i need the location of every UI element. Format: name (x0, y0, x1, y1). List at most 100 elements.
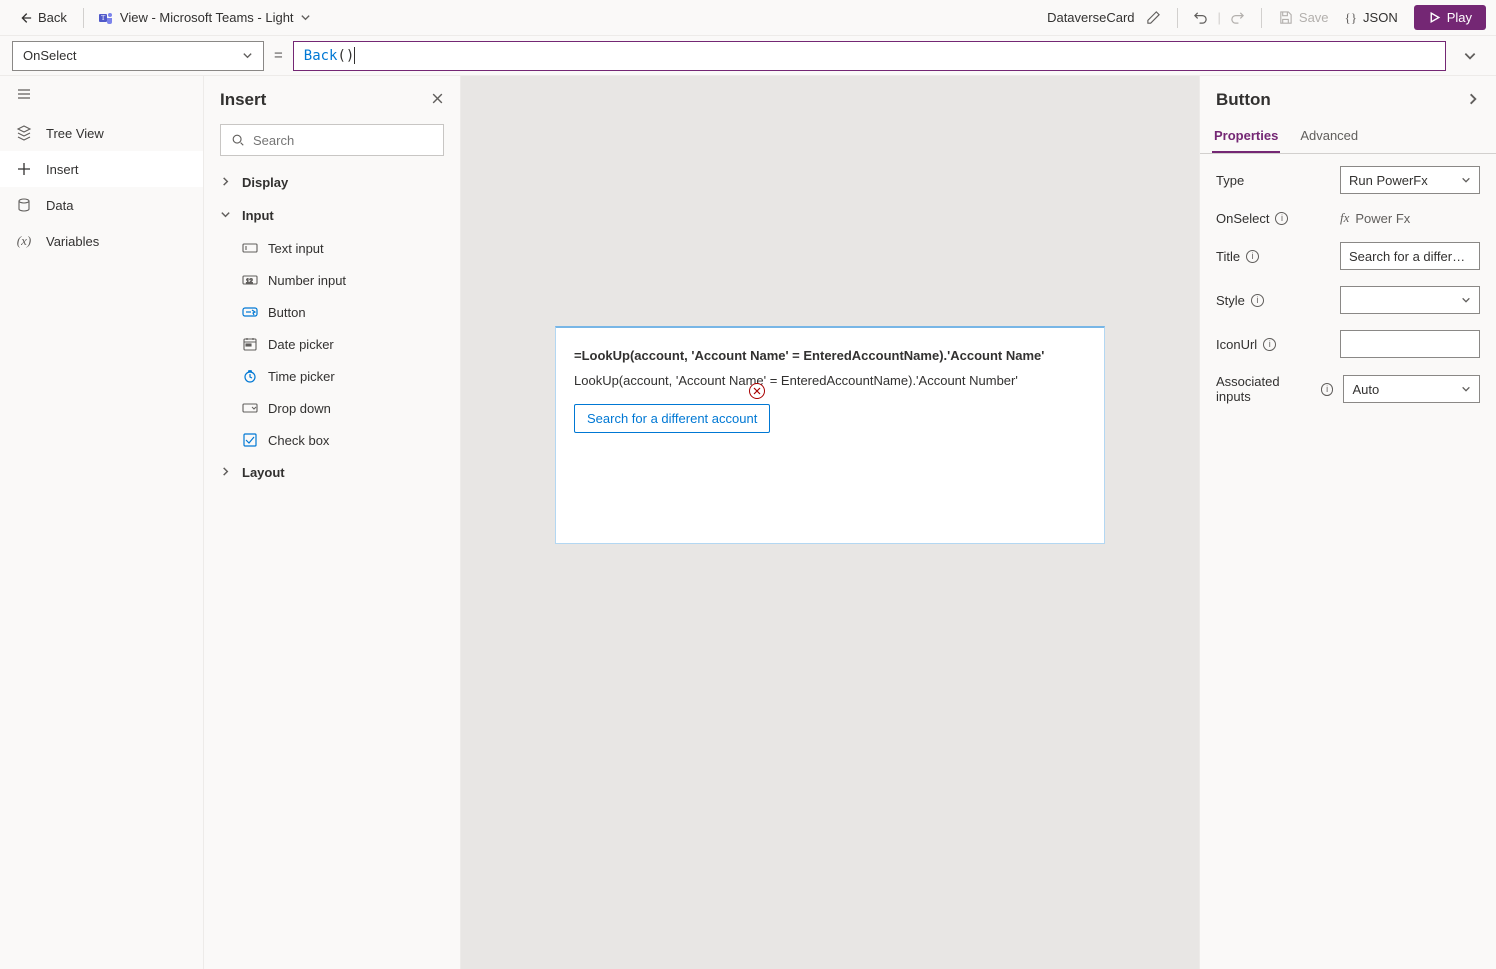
insert-item-label: Date picker (268, 337, 334, 352)
insert-item-label: Button (268, 305, 306, 320)
checkbox-icon (243, 433, 257, 447)
insert-panel-title: Insert (220, 90, 266, 110)
prop-type-value: Run PowerFx (1349, 173, 1428, 188)
tab-advanced[interactable]: Advanced (1298, 120, 1360, 153)
chevron-down-icon (1461, 295, 1471, 305)
nav-insert-label: Insert (46, 162, 79, 177)
error-x-icon (753, 387, 761, 395)
property-value: OnSelect (23, 48, 76, 63)
insert-search-input[interactable] (253, 133, 433, 148)
textinput-icon (242, 242, 258, 254)
insert-item-dropdown[interactable]: Drop down (204, 392, 460, 424)
play-icon (1428, 11, 1441, 24)
category-input[interactable]: Input (204, 199, 460, 232)
insert-item-label: Number input (268, 273, 346, 288)
chevron-down-icon (242, 50, 253, 61)
numberinput-icon: 12 (242, 274, 258, 286)
nav-variables-label: Variables (46, 234, 99, 249)
category-display[interactable]: Display (204, 166, 460, 199)
calendar-icon (243, 337, 257, 351)
info-icon[interactable]: i (1321, 383, 1334, 396)
button-icon (242, 306, 258, 318)
dropdown-icon (242, 402, 258, 414)
insert-item-label: Time picker (268, 369, 335, 384)
fx-icon: fx (1340, 210, 1349, 226)
card-heading[interactable]: =LookUp(account, 'Account Name' = Entere… (574, 348, 1086, 363)
card-name: DataverseCard (1047, 10, 1134, 25)
prop-assoc-select[interactable]: Auto (1343, 375, 1480, 403)
svg-text:T: T (101, 14, 106, 22)
property-selector[interactable]: OnSelect (12, 41, 264, 71)
design-canvas[interactable]: =LookUp(account, 'Account Name' = Entere… (461, 76, 1199, 969)
formula-rest: () (337, 48, 354, 64)
formula-bar: OnSelect = Back() (0, 36, 1496, 76)
undo-icon (1193, 10, 1208, 25)
hamburger-button[interactable] (16, 86, 187, 105)
info-icon[interactable]: i (1246, 250, 1259, 263)
save-label: Save (1299, 10, 1329, 25)
prop-onselect-button[interactable]: fx Power Fx (1340, 210, 1480, 226)
top-bar: Back T View - Microsoft Teams - Light Da… (0, 0, 1496, 36)
card-preview[interactable]: =LookUp(account, 'Account Name' = Entere… (555, 326, 1105, 544)
prop-type-select[interactable]: Run PowerFx (1340, 166, 1480, 194)
insert-item-label: Drop down (268, 401, 331, 416)
category-layout[interactable]: Layout (204, 456, 460, 489)
card-button[interactable]: Search for a different account (574, 404, 770, 433)
formula-input[interactable]: Back() (293, 41, 1446, 71)
nav-data[interactable]: Data (0, 187, 203, 223)
edit-name-button[interactable] (1139, 3, 1169, 33)
insert-item-checkbox[interactable]: Check box (204, 424, 460, 456)
info-icon[interactable]: i (1251, 294, 1264, 307)
expand-formula-button[interactable] (1456, 42, 1484, 70)
insert-item-text-input[interactable]: Text input (204, 232, 460, 264)
nav-variables[interactable]: (x) Variables (0, 223, 203, 259)
category-input-label: Input (242, 208, 274, 223)
insert-search-box[interactable] (220, 124, 444, 156)
braces-icon: {} (1345, 10, 1357, 26)
chevron-right-icon (220, 466, 231, 477)
tab-properties[interactable]: Properties (1212, 120, 1280, 153)
insert-item-number-input[interactable]: 12 Number input (204, 264, 460, 296)
chevron-down-icon (1461, 384, 1471, 394)
insert-item-date-picker[interactable]: Date picker (204, 328, 460, 360)
plus-icon (16, 161, 32, 177)
teams-icon: T (98, 10, 114, 26)
json-button[interactable]: {} JSON (1337, 6, 1406, 30)
info-icon[interactable]: i (1263, 338, 1276, 351)
pencil-icon (1146, 10, 1161, 25)
error-badge-icon[interactable] (749, 383, 765, 399)
view-selector[interactable]: T View - Microsoft Teams - Light (92, 6, 317, 30)
nav-insert[interactable]: Insert (0, 151, 203, 187)
info-icon[interactable]: i (1275, 212, 1288, 225)
undo-button[interactable] (1186, 3, 1216, 33)
chevron-down-icon (300, 12, 311, 23)
close-icon (431, 92, 444, 105)
divider (1261, 8, 1262, 28)
left-rail: Tree View Insert Data (x) Variables (0, 76, 204, 969)
prop-title-input[interactable]: Search for a different account (1340, 242, 1480, 270)
chevron-down-icon (220, 209, 231, 220)
save-button: Save (1270, 6, 1337, 29)
nav-tree-view[interactable]: Tree View (0, 115, 203, 151)
svg-text:12: 12 (246, 279, 253, 285)
prop-assoc-label: Associated inputs (1216, 374, 1315, 404)
back-arrow-icon (18, 11, 32, 25)
chevron-right-icon (220, 176, 231, 187)
formula-fn: Back (304, 48, 338, 64)
expand-panel-button[interactable] (1466, 92, 1480, 109)
close-panel-button[interactable] (431, 92, 444, 108)
search-icon (231, 133, 245, 147)
card-subtext[interactable]: LookUp(account, 'Account Name' = Entered… (574, 373, 1086, 388)
back-button[interactable]: Back (10, 6, 75, 29)
play-button[interactable]: Play (1414, 5, 1486, 30)
save-icon (1278, 10, 1293, 25)
prop-style-select[interactable] (1340, 286, 1480, 314)
equals-sign: = (274, 47, 283, 64)
redo-icon (1230, 10, 1245, 25)
insert-item-time-picker[interactable]: Time picker (204, 360, 460, 392)
prop-assoc-value: Auto (1352, 382, 1379, 397)
prop-onselect-value: Power Fx (1355, 211, 1410, 226)
prop-iconurl-input[interactable] (1340, 330, 1480, 358)
divider (83, 8, 84, 28)
insert-item-button[interactable]: Button (204, 296, 460, 328)
